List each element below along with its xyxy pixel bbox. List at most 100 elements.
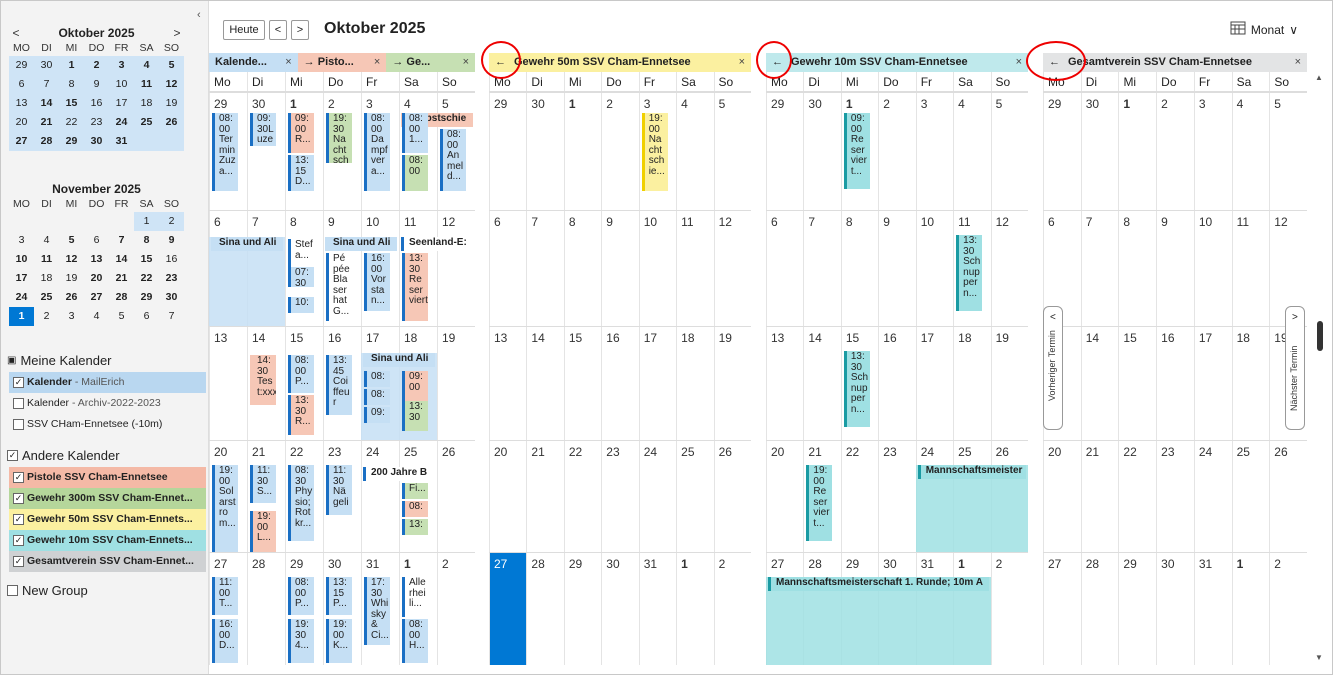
day-cell[interactable]: 29 <box>1043 93 1081 210</box>
mini-day[interactable]: 15 <box>59 94 84 113</box>
day-cell[interactable]: 10 <box>638 211 676 326</box>
mini-day[interactable]: 23 <box>84 113 109 132</box>
calendar-checkbox[interactable]: ✓ <box>13 472 24 483</box>
day-cell[interactable]: 23 <box>1156 441 1194 552</box>
day-cell[interactable]: 18 <box>953 327 990 440</box>
day-cell[interactable]: 17 <box>1193 327 1232 440</box>
calendar-checkbox[interactable] <box>13 419 24 430</box>
close-icon[interactable]: × <box>463 56 469 72</box>
close-icon[interactable]: × <box>1295 56 1301 72</box>
mini-day[interactable]: 12 <box>159 75 184 94</box>
close-icon[interactable]: × <box>739 56 745 72</box>
group-checkbox[interactable]: ✓ <box>7 450 18 461</box>
mini-day[interactable]: 1 <box>9 307 34 326</box>
day-cell[interactable]: 26 <box>713 441 751 552</box>
mini-day[interactable]: 19 <box>59 269 84 288</box>
event-item[interactable]: 09: 00 R... <box>288 113 314 153</box>
mini-day[interactable]: 7 <box>159 307 184 326</box>
event-item[interactable]: 13: 30 <box>402 401 428 431</box>
day-cell[interactable]: 22 <box>563 441 601 552</box>
mini-day[interactable]: 8 <box>59 75 84 94</box>
event-item[interactable]: 19: 00 Sol arst ro m... <box>212 465 238 553</box>
calendar-checkbox[interactable]: ✓ <box>13 377 24 388</box>
mini-day[interactable]: 22 <box>134 269 159 288</box>
calendar-tab[interactable]: ← Gesamtverein SSV Cham-Ennetsee × <box>1043 53 1307 72</box>
scroll-down-icon[interactable]: ▼ <box>1315 653 1323 662</box>
event-bar[interactable]: Sina und Ali <box>325 237 397 251</box>
mini-day[interactable]: 26 <box>59 288 84 307</box>
day-cell[interactable]: 1 <box>563 93 601 210</box>
mini-day[interactable]: 25 <box>134 113 159 132</box>
event-item[interactable]: 08: <box>402 501 428 517</box>
day-cell[interactable]: 28 <box>526 553 563 665</box>
day-cell[interactable]: 28 <box>247 553 285 665</box>
mini-day[interactable]: 8 <box>134 231 159 250</box>
mini-day[interactable]: 9 <box>159 231 184 250</box>
event-item[interactable]: 08: 30 Phy sio; Rot kr... <box>288 465 314 541</box>
day-cell[interactable]: 17 <box>915 327 953 440</box>
day-cell[interactable]: 20 <box>766 441 803 552</box>
day-cell[interactable]: 19 <box>437 327 475 440</box>
mini-day[interactable]: 11 <box>34 250 59 269</box>
mini-day[interactable]: 29 <box>9 56 34 75</box>
mini-day[interactable]: 27 <box>9 132 34 151</box>
event-item[interactable]: 19: 00 Re ser vier t... <box>806 465 833 541</box>
event-item[interactable]: Fi... <box>402 483 428 499</box>
event-item[interactable]: 10: <box>288 297 314 313</box>
mini-prev-month-button[interactable]: < <box>9 26 23 40</box>
day-cell[interactable]: 5 <box>1269 93 1307 210</box>
day-cell[interactable]: 16 <box>878 327 915 440</box>
mini-day[interactable]: 19 <box>159 94 184 113</box>
day-cell[interactable]: 31 <box>638 553 676 665</box>
event-item[interactable]: 11: 30 S... <box>250 465 276 503</box>
event-item[interactable]: 08: 00 An mel d... <box>440 129 466 191</box>
day-cell[interactable]: 30 <box>803 93 840 210</box>
group-checkbox[interactable] <box>7 585 18 596</box>
collapse-sidebar-icon[interactable]: ‹ <box>197 9 201 21</box>
day-cell[interactable]: 31 <box>1193 553 1232 665</box>
day-cell[interactable]: 24 <box>361 441 399 552</box>
mini-day[interactable]: 6 <box>134 307 159 326</box>
event-item[interactable]: 13: 15 D... <box>288 155 314 191</box>
day-cell[interactable]: 6 <box>766 211 803 326</box>
mini-next-month-button[interactable]: > <box>170 26 184 40</box>
mini-day[interactable]: 21 <box>34 113 59 132</box>
next-appointment-button[interactable]: > Nächster Termin <box>1285 306 1305 430</box>
day-cell[interactable]: 2 <box>1156 93 1194 210</box>
back-arrow-icon[interactable]: ← <box>772 56 783 72</box>
day-cell[interactable]: 2 <box>437 553 475 665</box>
day-cell[interactable]: 29 <box>563 553 601 665</box>
day-cell[interactable]: 3 <box>1193 93 1232 210</box>
day-cell[interactable]: 9 <box>1156 211 1194 326</box>
day-cell[interactable]: 4 <box>953 93 990 210</box>
mini-day[interactable]: 2 <box>34 307 59 326</box>
mini-day[interactable]: 12 <box>59 250 84 269</box>
calendar-item[interactable]: ✓ Gewehr 10m SSV Cham-Ennets... <box>9 530 206 551</box>
event-item[interactable]: 08: 00 H... <box>402 619 428 663</box>
calendar-item[interactable]: ✓ Gesamtverein SSV Cham-Ennet... <box>9 551 206 572</box>
mini-day[interactable]: 5 <box>109 307 134 326</box>
day-cell[interactable]: 1 <box>1231 553 1270 665</box>
day-cell[interactable]: 29 <box>489 93 526 210</box>
calendar-checkbox[interactable]: ✓ <box>13 556 24 567</box>
day-cell[interactable]: 1 <box>676 553 713 665</box>
mini-day[interactable]: 18 <box>134 94 159 113</box>
mini-day[interactable]: 6 <box>9 75 34 94</box>
mini-day[interactable]: 23 <box>159 269 184 288</box>
close-icon[interactable]: × <box>285 56 291 72</box>
back-arrow-icon[interactable]: ← <box>1049 56 1060 72</box>
day-cell[interactable]: 27 <box>1043 553 1081 665</box>
event-item[interactable]: 09: 30L uze rn <box>250 113 276 146</box>
event-bar[interactable]: Sina und Ali <box>363 353 435 367</box>
previous-appointment-button[interactable]: < Vorheriger Termin <box>1043 306 1063 430</box>
day-cell[interactable]: 25 <box>1231 441 1270 552</box>
mini-day[interactable]: 4 <box>34 231 59 250</box>
day-cell[interactable]: 4 <box>676 93 713 210</box>
day-cell[interactable]: 29 <box>1118 553 1156 665</box>
event-item[interactable]: Alle rhei li... <box>402 577 428 617</box>
calendar-tab[interactable]: ← Gewehr 10m SSV Cham-Ennetsee × <box>766 53 1028 72</box>
mini-day[interactable]: 9 <box>84 75 109 94</box>
day-cell[interactable]: 8 <box>840 211 878 326</box>
mini-day[interactable]: 5 <box>59 231 84 250</box>
event-item[interactable]: 08: 00 P... <box>288 577 314 615</box>
